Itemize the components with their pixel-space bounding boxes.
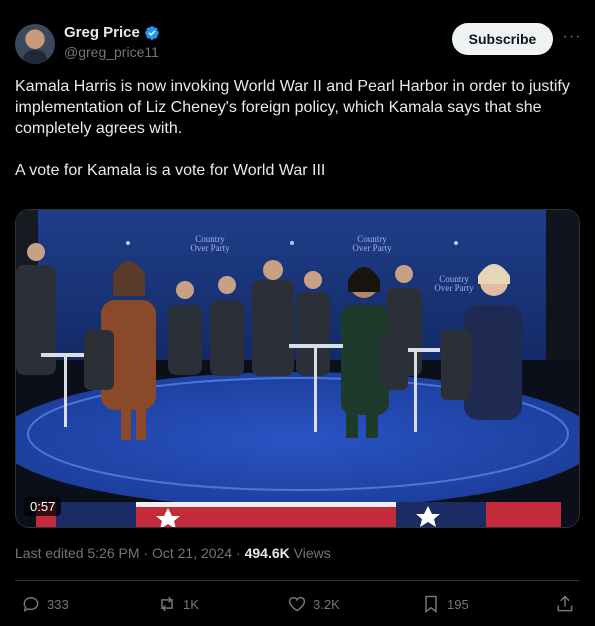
video-frame: CountryOver Party CountryOver Party Coun… <box>16 210 579 527</box>
repost-button[interactable]: 1K <box>157 594 199 614</box>
tweet-meta: Last edited 5:26 PM · Oct 21, 2024 · 494… <box>15 545 331 561</box>
divider <box>15 580 580 581</box>
svg-text:Over Party: Over Party <box>352 243 392 253</box>
reply-count: 333 <box>47 596 69 612</box>
author-handle[interactable]: @greg_price11 <box>64 44 159 60</box>
author-name-row[interactable]: Greg Price <box>64 24 160 41</box>
tweet-text: Kamala Harris is now invoking World War … <box>15 78 570 179</box>
views-label: Views <box>289 545 331 561</box>
video-duration-badge: 0:57 <box>24 497 62 516</box>
like-button[interactable]: 3.2K <box>287 594 340 614</box>
bookmark-count: 195 <box>447 596 469 612</box>
bookmark-button[interactable]: 195 <box>421 594 469 614</box>
author-name[interactable]: Greg Price <box>64 24 140 41</box>
like-count: 3.2K <box>313 596 340 612</box>
heart-icon <box>288 596 306 612</box>
reply-button[interactable]: 333 <box>21 594 69 614</box>
svg-text:Over Party: Over Party <box>190 243 230 253</box>
verified-badge-icon <box>145 25 159 40</box>
reply-icon <box>23 597 39 613</box>
bookmark-icon <box>425 595 437 613</box>
video-player[interactable]: Country Over Party Country Over Party Coun… <box>15 209 580 528</box>
svg-text:Over Party: Over Party <box>434 283 474 293</box>
more-options-icon[interactable]: ··· <box>561 27 583 49</box>
edited-timestamp[interactable]: Last edited 5:26 PM · Oct 21, 2024 <box>15 545 232 561</box>
share-icon <box>557 595 573 612</box>
share-button[interactable] <box>555 594 575 614</box>
meta-separator: · <box>232 545 245 561</box>
subscribe-button[interactable]: Subscribe <box>452 23 553 55</box>
views-count: 494.6K <box>244 545 290 561</box>
avatar[interactable] <box>15 24 55 64</box>
repost-count: 1K <box>183 596 199 612</box>
action-bar: 333 1K 3.2K 195 <box>15 594 580 618</box>
repost-icon <box>161 596 173 612</box>
